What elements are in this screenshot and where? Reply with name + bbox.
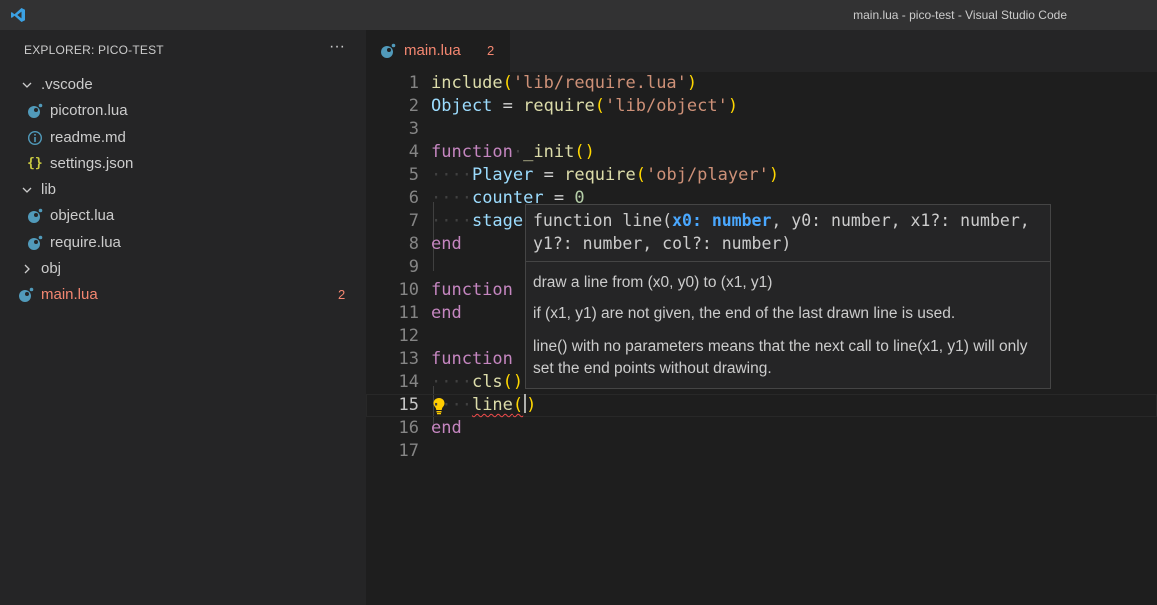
chevron-right-icon (24, 264, 30, 274)
code-line[interactable]: 1 include('lib/require.lua') (366, 72, 1157, 95)
line-number: 11 (398, 303, 419, 323)
line-number: 8 (408, 234, 419, 254)
signature-help-popup: function line(x0: number, y0: number, x1… (525, 204, 1051, 389)
line-number: 12 (398, 326, 419, 346)
file-tree: .vscode picotron.lua readme.md {} settin… (0, 72, 366, 309)
json-icon: {} (27, 155, 43, 171)
lua-icon (19, 288, 34, 303)
tree-item-label: lib (41, 181, 57, 199)
tree-file-readme[interactable]: readme.md (0, 125, 366, 151)
line-number: 6 (408, 188, 419, 208)
lua-icon (28, 103, 43, 119)
line-text: end (431, 418, 462, 438)
window-title: main.lua - pico-test - Visual Studio Cod… (853, 8, 1067, 22)
line-text: end (431, 234, 462, 254)
tree-item-label: picotron.lua (50, 102, 128, 120)
line-text: function (431, 349, 513, 369)
explorer-sidebar: EXPLORER: PICO-TEST ··· .vscode picotron… (0, 30, 366, 605)
line-number: 10 (398, 280, 419, 300)
line-number: 5 (408, 165, 419, 185)
chevron-down-icon (22, 187, 32, 194)
line-text: include('lib/require.lua') (431, 73, 698, 93)
doc-line: line() with no parameters means that the… (533, 338, 1028, 377)
line-text: ····line() (431, 394, 537, 415)
popup-divider (526, 261, 1050, 262)
lua-icon (381, 43, 396, 58)
tab-label: main.lua (404, 42, 461, 59)
line-number: 3 (408, 119, 419, 139)
doc-line: draw a line from (x0, y0) to (x1, y1) (533, 274, 773, 291)
line-text: ····stage (431, 211, 524, 231)
line-text: function (431, 280, 513, 300)
line-number: 17 (398, 441, 419, 461)
tree-item-label: settings.json (50, 154, 134, 172)
line-text: function·_init() (431, 142, 595, 162)
explorer-title: EXPLORER: PICO-TEST (24, 43, 164, 57)
tab-main-lua[interactable]: main.lua 2 (366, 30, 510, 72)
tree-folder-lib[interactable]: lib (0, 177, 366, 203)
line-text: Object = require('lib/object') (431, 96, 739, 116)
line-number: 4 (408, 142, 419, 162)
tab-problems-badge: 2 (487, 43, 495, 58)
code-line[interactable]: 5 ····Player = require('obj/player') (366, 164, 1157, 187)
info-icon (27, 130, 43, 145)
code-line[interactable]: 16 end (366, 417, 1157, 440)
function-signature: function line(x0: number, y0: number, x1… (533, 211, 1030, 253)
tree-file-require[interactable]: require.lua (0, 230, 366, 256)
tree-item-label: object.lua (50, 207, 115, 225)
line-number: 16 (398, 418, 419, 438)
line-text: ····cls() (431, 372, 524, 392)
line-number: 9 (408, 257, 419, 277)
line-number: 15 (398, 395, 419, 415)
lua-icon (28, 235, 43, 250)
tab-bar: main.lua 2 (366, 30, 1157, 72)
line-number: 1 (408, 73, 419, 93)
code-line[interactable]: 3 (366, 118, 1157, 141)
line-number: 14 (398, 372, 419, 392)
tree-item-label: obj (41, 260, 62, 278)
line-number: 7 (408, 211, 419, 231)
code-line[interactable]: 2 Object = require('lib/object') (366, 95, 1157, 118)
tree-file-settings[interactable]: {} settings.json (0, 151, 366, 177)
tree-item-label: readme.md (50, 128, 126, 146)
tree-folder-obj[interactable]: obj (0, 256, 366, 282)
tree-item-label: require.lua (50, 233, 121, 251)
active-parameter: x0: number (672, 211, 772, 230)
line-number: 2 (408, 96, 419, 116)
doc-line: if (x1, y1) are not given, the end of th… (533, 305, 956, 322)
code-line[interactable]: 17 (366, 440, 1157, 463)
tree-folder-vscode[interactable]: .vscode (0, 72, 366, 98)
tree-item-label: main.lua (41, 286, 98, 304)
chevron-down-icon (22, 82, 32, 88)
tree-item-label: .vscode (41, 76, 93, 93)
tree-file-picotron[interactable]: picotron.lua (0, 98, 366, 124)
title-bar: main.lua - pico-test - Visual Studio Cod… (0, 0, 1157, 30)
line-number: 13 (398, 349, 419, 369)
line-text: end (431, 303, 462, 323)
tree-file-main[interactable]: main.lua 2 (0, 282, 366, 308)
code-line-current[interactable]: 15 ····line() (366, 394, 1157, 417)
tree-file-object[interactable]: object.lua (0, 203, 366, 229)
problems-badge: 2 (338, 287, 346, 303)
lua-icon (28, 209, 43, 224)
explorer-header: EXPLORER: PICO-TEST ··· (0, 30, 366, 70)
code-line[interactable]: 4 function·_init() (366, 141, 1157, 164)
line-text: ····Player = require('obj/player') (431, 165, 780, 185)
more-actions-button[interactable]: ··· (326, 39, 348, 58)
